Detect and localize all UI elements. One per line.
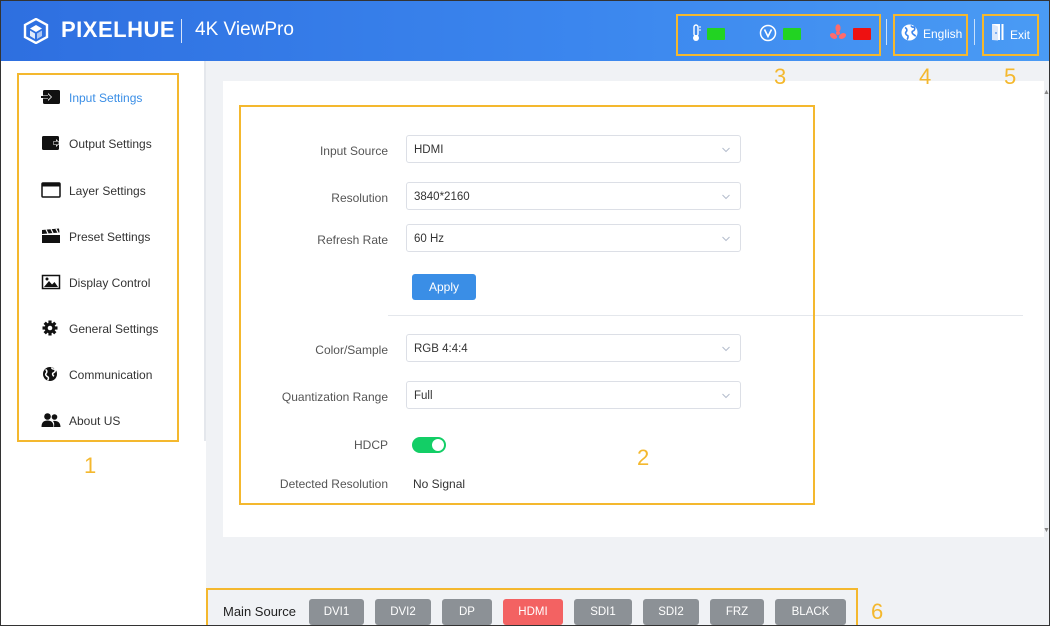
form-divider	[388, 315, 1023, 316]
gear-icon	[42, 320, 58, 336]
input-source-value: HDMI	[414, 144, 444, 156]
main-source-label: Main Source	[223, 604, 296, 619]
source-button-frz[interactable]: FRZ	[710, 599, 764, 625]
sidebar-item-label: Output Settings	[69, 137, 152, 151]
users-icon	[41, 413, 61, 427]
brand-divider	[181, 19, 182, 43]
hdcp-toggle[interactable]	[412, 437, 446, 453]
top-header: PIXELHUE 4K ViewPro English Exit	[1, 1, 1049, 61]
exit-door-icon	[992, 24, 1004, 41]
globe-icon	[43, 367, 57, 381]
language-label: English	[923, 27, 963, 41]
source-button-dvi1[interactable]: DVI1	[309, 599, 364, 625]
header-divider	[886, 19, 887, 45]
color-sample-value: RGB 4:4:4	[414, 343, 468, 355]
app-window: PIXELHUE 4K ViewPro English Exit Input S…	[0, 0, 1050, 626]
pixelhue-logo-icon	[23, 18, 49, 44]
chevron-down-icon	[722, 236, 730, 242]
image-icon	[41, 274, 61, 290]
scrollbar[interactable]	[1041, 81, 1049, 537]
sidebar-item-label: General Settings	[69, 322, 159, 336]
quantization-range-value: Full	[414, 390, 433, 402]
sidebar-item-label: Layer Settings	[69, 184, 146, 198]
hdcp-label: HDCP	[353, 438, 388, 452]
source-button-hdmi[interactable]: HDMI	[503, 599, 563, 625]
resolution-value: 3840*2160	[414, 191, 470, 203]
output-icon	[42, 136, 61, 150]
product-name: 4K ViewPro	[195, 19, 294, 40]
header-divider	[974, 19, 975, 45]
temperature-led	[707, 28, 725, 40]
detected-resolution-value: No Signal	[413, 477, 466, 491]
refresh-rate-select[interactable]: 60 Hz	[406, 224, 741, 252]
resolution-label: Resolution	[331, 191, 388, 205]
globe-icon	[901, 24, 918, 41]
detected-resolution-label: Detected Resolution	[279, 477, 388, 491]
voltage-icon	[759, 24, 777, 42]
sidebar-item-label: Preset Settings	[69, 230, 151, 244]
resolution-select[interactable]: 3840*2160	[406, 182, 741, 210]
toggle-knob	[432, 439, 444, 451]
refresh-rate-value: 60 Hz	[414, 233, 445, 245]
chevron-down-icon	[722, 393, 730, 399]
fan-led	[853, 28, 871, 40]
source-button-black[interactable]: BLACK	[775, 599, 846, 625]
apply-button[interactable]: Apply	[412, 274, 476, 300]
input-source-label: Input Source	[319, 144, 388, 158]
chevron-down-icon	[722, 194, 730, 200]
color-sample-label: Color/Sample	[315, 343, 388, 357]
thermometer-icon	[693, 24, 701, 41]
source-button-dvi2[interactable]: DVI2	[375, 599, 431, 625]
chevron-down-icon	[722, 147, 730, 153]
scroll-up-arrow-icon[interactable]: ▲	[1043, 89, 1049, 96]
chevron-down-icon	[722, 346, 730, 352]
quantization-range-label: Quantization Range	[281, 390, 388, 404]
refresh-rate-label: Refresh Rate	[317, 233, 388, 247]
source-button-sdi1[interactable]: SDI1	[574, 599, 632, 625]
sidebar-item-label: Display Control	[69, 276, 151, 290]
exit-label: Exit	[1010, 28, 1031, 42]
preset-icon	[42, 228, 60, 243]
sidebar-item-label: Input Settings	[69, 91, 143, 105]
source-button-sdi2[interactable]: SDI2	[643, 599, 699, 625]
color-sample-select[interactable]: RGB 4:4:4	[406, 334, 741, 362]
quantization-range-select[interactable]: Full	[406, 381, 741, 409]
scroll-down-arrow-icon[interactable]: ▼	[1043, 527, 1049, 534]
brand-name: PIXELHUE	[61, 17, 176, 42]
source-button-dp[interactable]: DP	[442, 599, 492, 625]
voltage-led	[783, 28, 801, 40]
input-icon	[41, 90, 60, 104]
sidebar-item-label: About US	[69, 414, 121, 428]
fan-icon	[829, 24, 847, 39]
layer-icon	[41, 182, 61, 198]
sidebar-item-label: Communication	[69, 368, 153, 382]
input-source-select[interactable]: HDMI	[406, 135, 741, 163]
